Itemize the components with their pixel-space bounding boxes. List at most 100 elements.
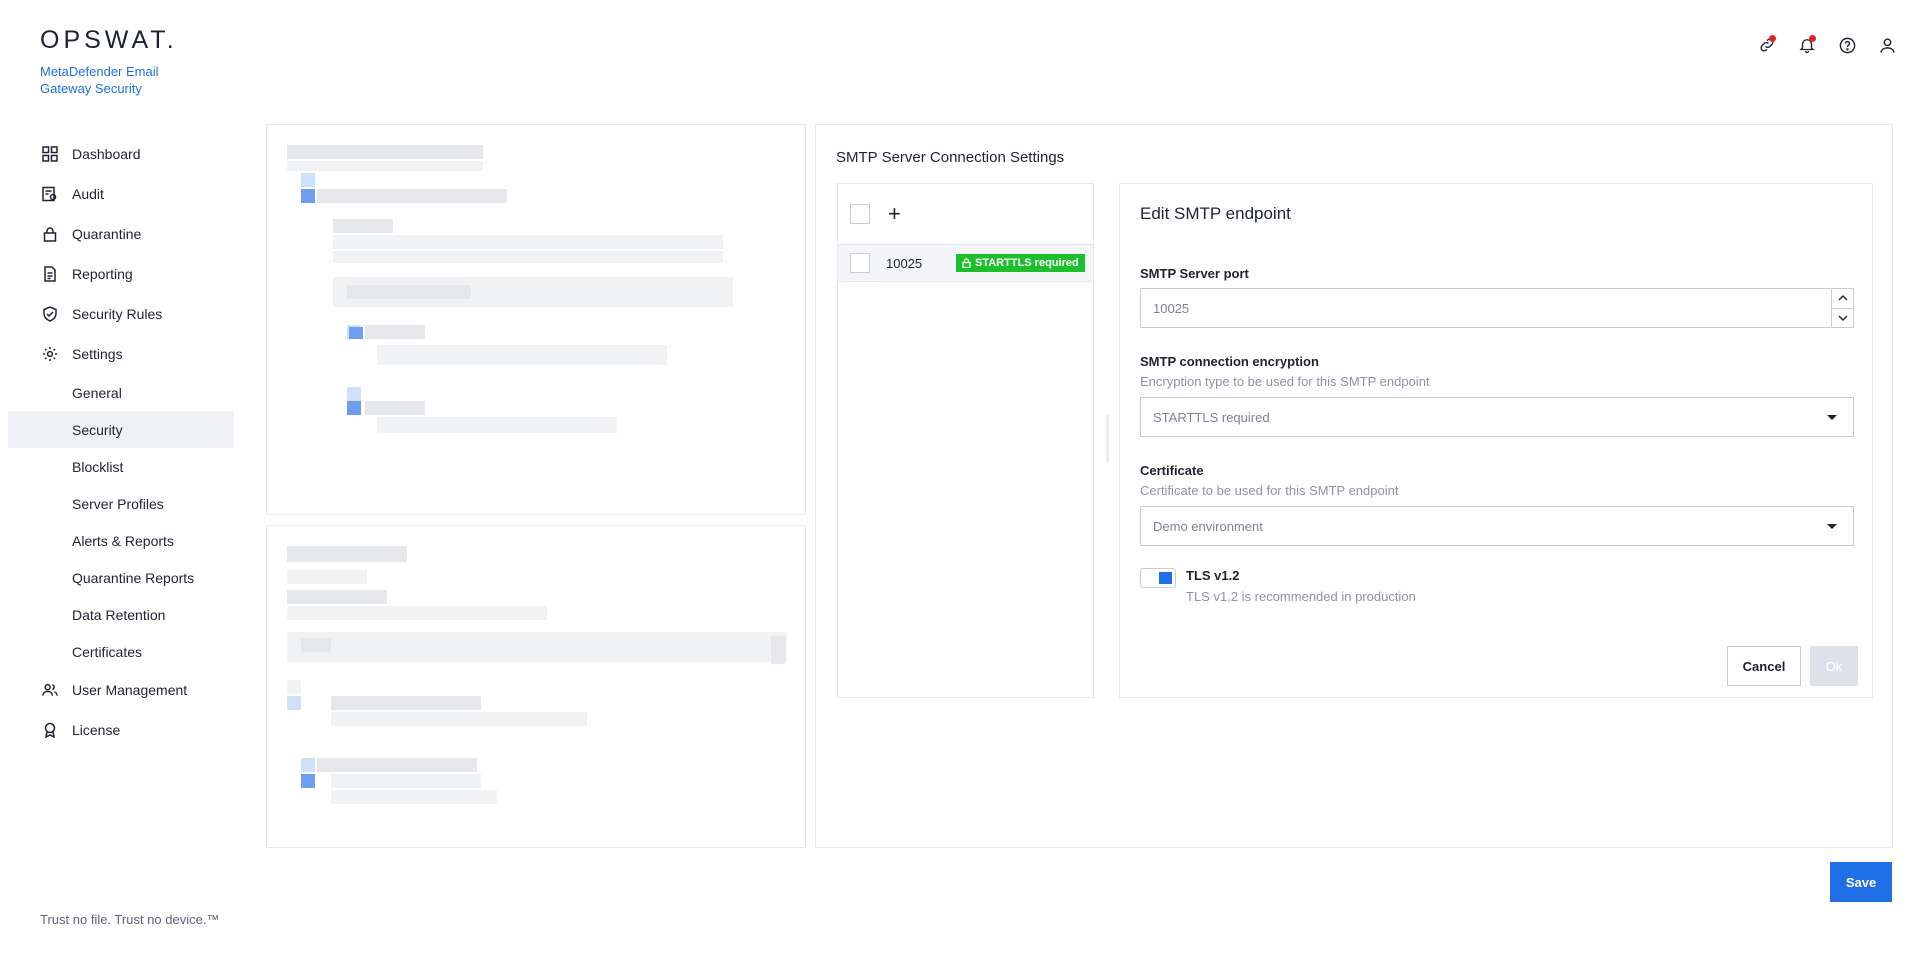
sidebar-item-user-management[interactable]: User Management — [8, 670, 234, 710]
increment-button[interactable] — [1832, 289, 1853, 309]
blurred-block — [347, 285, 471, 299]
encryption-select[interactable]: STARTTLS required — [1140, 397, 1854, 437]
blurred-block — [301, 173, 315, 187]
badge-label: STARTTLS required — [975, 257, 1079, 269]
users-icon — [42, 682, 58, 698]
blurred-block — [365, 325, 425, 339]
form-title: Edit SMTP endpoint — [1140, 204, 1291, 223]
blurred-block — [301, 758, 315, 772]
sidebar-item-security-rules[interactable]: Security Rules — [8, 294, 234, 334]
endpoint-port: 10025 — [886, 255, 923, 271]
blurred-block — [365, 401, 425, 415]
header-icons — [1756, 34, 1898, 56]
port-value: 10025 — [1153, 300, 1190, 316]
certificate-value: Demo environment — [1153, 518, 1263, 534]
document-icon — [42, 266, 58, 282]
certificate-select[interactable]: Demo environment — [1140, 506, 1854, 546]
sidebar-item-label: User Management — [72, 682, 188, 698]
certificate-label: Certificate — [1140, 463, 1204, 478]
blurred-block — [771, 636, 785, 664]
sidebar-item-reporting[interactable]: Reporting — [8, 254, 234, 294]
shield-check-icon — [42, 306, 58, 322]
sidebar-item-license[interactable]: License — [8, 710, 234, 750]
add-endpoint-button[interactable]: + — [888, 203, 901, 225]
sidebar-item-label: Settings — [72, 346, 123, 362]
sidebar-sub-alerts-reports[interactable]: Alerts & Reports — [8, 522, 234, 559]
award-icon — [42, 722, 58, 738]
link-icon[interactable] — [1756, 34, 1778, 56]
save-button[interactable]: Save — [1830, 862, 1892, 902]
sidebar-item-label: Reporting — [72, 266, 133, 282]
sidebar-sub-blocklist[interactable]: Blocklist — [8, 448, 234, 485]
notification-dot — [1769, 35, 1776, 42]
blurred-block — [317, 189, 507, 203]
blurred-block — [287, 570, 367, 584]
tls-help: TLS v1.2 is recommended in production — [1186, 589, 1416, 604]
sidebar-item-label: Audit — [72, 186, 104, 202]
blurred-block — [287, 145, 483, 159]
chevron-down-icon — [1838, 315, 1847, 321]
status-badge: STARTTLS required — [956, 254, 1085, 272]
sidebar-sub-data-retention[interactable]: Data Retention — [8, 596, 234, 633]
cancel-button[interactable]: Cancel — [1727, 646, 1801, 686]
blurred-block — [377, 417, 617, 433]
port-input[interactable]: 10025 — [1140, 288, 1854, 328]
port-stepper — [1831, 289, 1853, 327]
sidebar-sub-quarantine-reports[interactable]: Quarantine Reports — [8, 559, 234, 596]
blurred-panel-bottom — [266, 525, 806, 848]
help-icon[interactable] — [1836, 34, 1858, 56]
caret-down-icon — [1827, 524, 1837, 529]
panel-splitter[interactable] — [1106, 415, 1109, 463]
notification-dot — [1809, 35, 1816, 42]
blurred-block — [377, 345, 667, 365]
edit-endpoint-form: Edit SMTP endpoint SMTP Server port 1002… — [1119, 183, 1873, 698]
list-item[interactable]: 10025 STARTTLS required — [838, 244, 1093, 282]
smtp-settings-panel: SMTP Server Connection Settings + 10025 … — [815, 124, 1893, 848]
blurred-block — [287, 161, 483, 171]
sidebar-sub-server-profiles[interactable]: Server Profiles — [8, 485, 234, 522]
blurred-block — [287, 632, 787, 662]
user-icon[interactable] — [1876, 34, 1898, 56]
blurred-block — [347, 387, 361, 401]
blurred-block — [347, 401, 361, 415]
sidebar-sub-certificates[interactable]: Certificates — [8, 633, 234, 670]
chevron-up-icon — [1838, 295, 1847, 301]
sidebar-sub-general[interactable]: General — [8, 374, 234, 411]
blurred-block — [331, 712, 587, 726]
lock-icon — [962, 258, 971, 268]
certificate-help: Certificate to be used for this SMTP end… — [1140, 483, 1399, 498]
sidebar-item-audit[interactable]: Audit — [8, 174, 234, 214]
gear-icon — [42, 346, 58, 362]
blurred-block — [287, 696, 301, 710]
blurred-block — [331, 790, 497, 804]
blurred-block — [301, 638, 331, 652]
product-name: MetaDefender Email Gateway Security — [40, 64, 159, 96]
bell-icon[interactable] — [1796, 34, 1818, 56]
blurred-block — [301, 189, 315, 203]
lock-icon — [42, 226, 58, 242]
brand: OPSWAT. MetaDefender Email Gateway Secur… — [40, 26, 180, 97]
blurred-panel-top — [266, 124, 806, 515]
ok-button[interactable]: Ok — [1810, 646, 1858, 686]
blurred-block — [301, 774, 315, 788]
caret-down-icon — [1827, 415, 1837, 420]
sidebar-item-dashboard[interactable]: Dashboard — [8, 134, 234, 174]
list-header: + — [838, 184, 1093, 244]
blurred-block — [287, 606, 547, 620]
toggle-knob — [1159, 572, 1172, 584]
tls-toggle[interactable] — [1140, 568, 1176, 588]
sidebar-item-label: Dashboard — [72, 146, 141, 162]
blurred-block — [331, 696, 481, 710]
sidebar-sub-security[interactable]: Security — [8, 411, 234, 448]
blurred-block — [333, 219, 393, 233]
row-checkbox[interactable] — [850, 253, 870, 273]
blurred-block — [349, 327, 363, 339]
blurred-block — [333, 235, 723, 249]
blurred-block — [287, 680, 301, 694]
sidebar-item-quarantine[interactable]: Quarantine — [8, 214, 234, 254]
blurred-block — [287, 546, 407, 562]
decrement-button[interactable] — [1832, 309, 1853, 328]
select-all-checkbox[interactable] — [850, 204, 870, 224]
sidebar-item-settings[interactable]: Settings — [8, 334, 234, 374]
tls-label: TLS v1.2 — [1186, 568, 1240, 583]
